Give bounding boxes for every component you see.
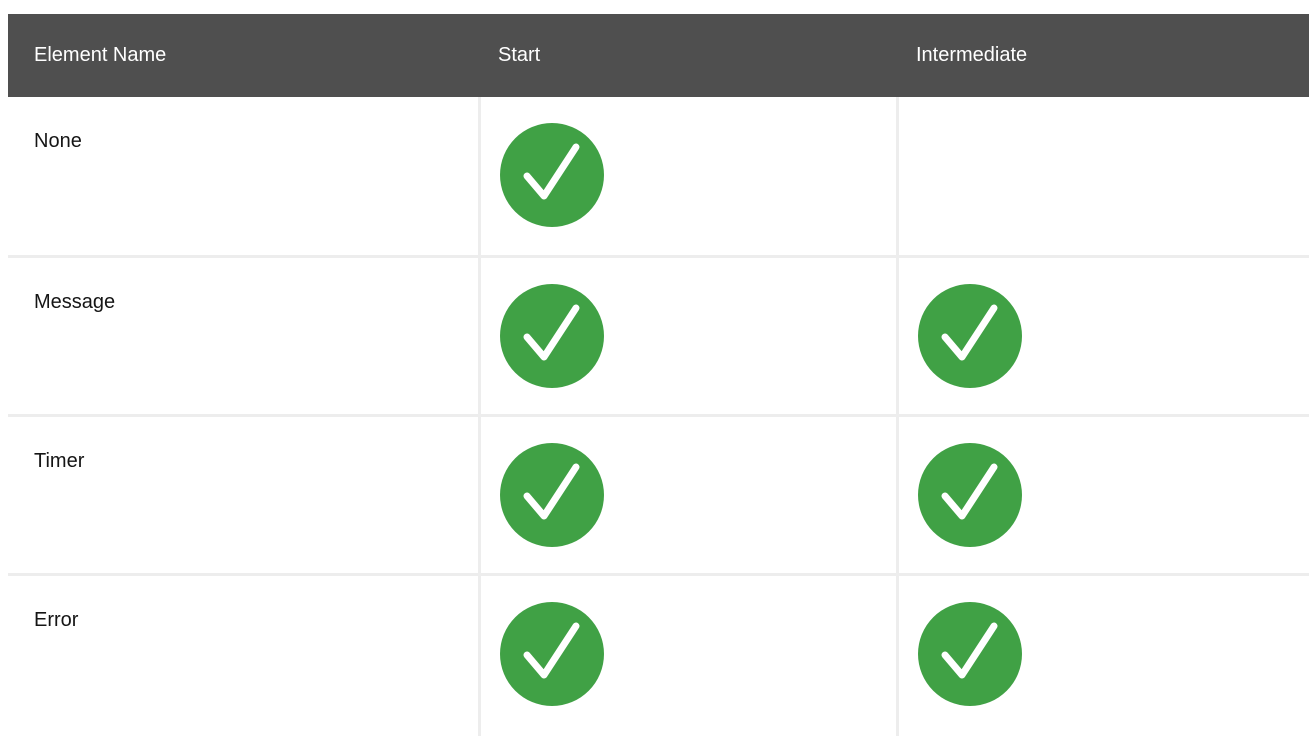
check-circle-icon [917,601,1022,706]
cell-start [479,97,899,258]
table-row: Timer [8,415,1309,576]
table-row: Error [8,574,1309,736]
cell-intermediate [897,256,1309,417]
cell-start [479,256,899,417]
check-circle-icon [499,601,604,706]
table-header: Element Name Start Intermediate [8,14,1309,97]
header-row: Element Name Start Intermediate [8,14,1309,97]
cell-intermediate [897,574,1309,736]
table-body: None Message Timer Error [8,97,1309,736]
cell-start [479,415,899,576]
table-row: None [8,97,1309,258]
check-circle-icon [917,442,1022,547]
header-element-name: Element Name [34,44,167,66]
check-circle-icon [499,123,604,227]
check-circle-icon [917,283,1022,388]
cell-element-name: None [8,97,481,258]
header-start: Start [498,44,541,66]
cell-start [479,574,899,736]
cell-intermediate [897,97,1309,258]
cell-element-name: Error [8,574,481,736]
header-intermediate: Intermediate [916,44,1028,66]
check-circle-icon [499,283,604,388]
check-circle-icon [499,442,604,547]
support-table-container: Element Name Start Intermediate None Mes… [8,14,1309,736]
element-support-table: Element Name Start Intermediate None Mes… [8,14,1309,736]
cell-intermediate [897,415,1309,576]
table-row: Message [8,256,1309,417]
cell-element-name: Message [8,256,481,417]
cell-element-name: Timer [8,415,481,576]
